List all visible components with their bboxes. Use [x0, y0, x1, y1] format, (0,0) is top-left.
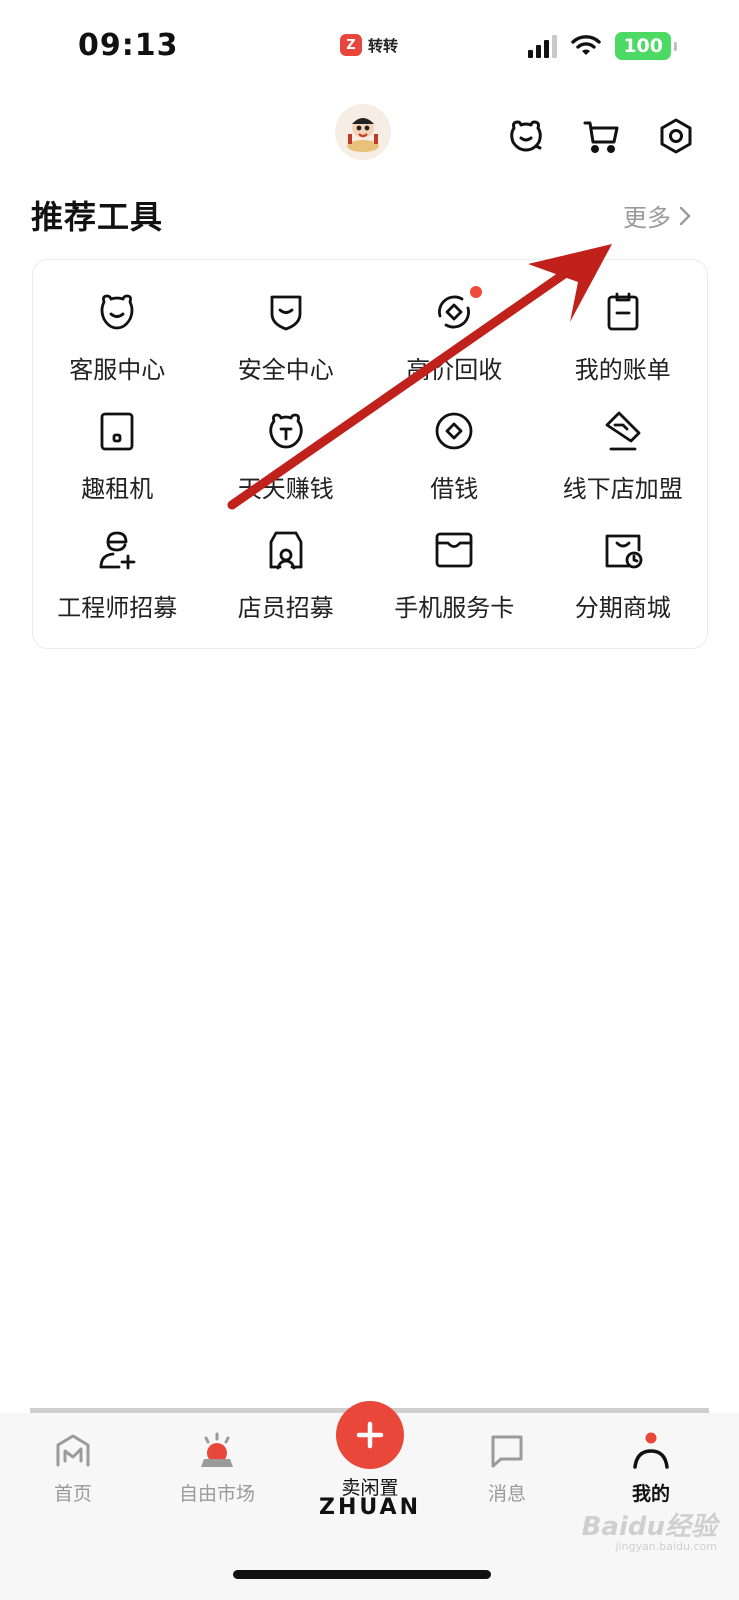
tool-label: 高价回收 — [406, 356, 503, 384]
tool-clerk-recruit[interactable]: 店员招募 — [202, 528, 371, 647]
home-indicator[interactable] — [233, 1570, 491, 1579]
chevron-right-icon — [679, 206, 691, 225]
sell-button[interactable] — [336, 1401, 404, 1469]
nav-label: 首页 — [53, 1483, 92, 1505]
message-icon — [485, 1429, 529, 1473]
money-bag-icon — [264, 409, 308, 453]
service-card-icon — [432, 528, 476, 572]
nav-label: 自由市场 — [178, 1483, 255, 1505]
cartoon-avatar-icon — [335, 104, 391, 160]
clerk-icon — [264, 528, 308, 572]
tool-label: 分期商城 — [574, 594, 671, 622]
tool-label: 工程师招募 — [57, 594, 178, 622]
tool-engineer-recruit[interactable]: 工程师招募 — [33, 528, 202, 647]
tool-my-bills[interactable]: 我的账单 — [539, 290, 708, 409]
more-link[interactable]: 更多 — [623, 198, 691, 233]
tool-daily-earn[interactable]: 天天赚钱 — [202, 409, 371, 528]
recycle-icon — [432, 286, 483, 334]
home-icon — [51, 1429, 95, 1473]
tool-label: 客服中心 — [69, 356, 166, 384]
tool-installment-mall[interactable]: 分期商城 — [539, 528, 708, 647]
more-link-label: 更多 — [623, 204, 671, 232]
app-logo-icon: Z — [340, 34, 362, 56]
handshake-icon — [601, 409, 645, 453]
tool-label: 天天赚钱 — [237, 475, 334, 503]
nav-profile[interactable]: 我的 — [596, 1429, 706, 1506]
installment-icon — [601, 528, 645, 572]
tool-label: 安全中心 — [237, 356, 334, 384]
tool-label: 线下店加盟 — [562, 475, 683, 503]
nav-messages[interactable]: 消息 — [452, 1429, 562, 1506]
tool-security-center[interactable]: 安全中心 — [202, 290, 371, 409]
battery-nub — [674, 41, 677, 51]
plus-icon — [356, 1421, 384, 1449]
tools-card: 客服中心 安全中心 高价回收 我的账单 趣租机 天天赚钱 借钱 线下店加盟 工程… — [32, 259, 708, 649]
status-bar: 09:13 Z 转转 100 — [0, 0, 739, 96]
tool-phone-service-card[interactable]: 手机服务卡 — [370, 528, 539, 647]
tool-label: 我的账单 — [574, 356, 671, 384]
tool-label: 手机服务卡 — [394, 594, 515, 622]
engineer-icon — [95, 528, 139, 572]
tool-customer-service[interactable]: 客服中心 — [33, 290, 202, 409]
bear-face-icon — [95, 290, 139, 334]
tool-recycle[interactable]: 高价回收 — [370, 286, 539, 409]
notification-badge — [470, 286, 483, 298]
status-time: 09:13 — [78, 28, 179, 63]
nav-label: 消息 — [487, 1483, 526, 1505]
avatar[interactable] — [335, 104, 391, 160]
section-title: 推荐工具 — [31, 198, 164, 236]
customer-service-icon[interactable] — [506, 116, 546, 156]
profile-icon — [629, 1429, 673, 1473]
tool-store-franchise[interactable]: 线下店加盟 — [539, 409, 708, 528]
shield-icon — [264, 290, 308, 334]
tool-label: 店员招募 — [237, 594, 334, 622]
clipboard-icon — [601, 290, 645, 334]
cart-icon[interactable] — [581, 116, 621, 156]
settings-icon[interactable] — [656, 116, 696, 156]
tool-phone-rental[interactable]: 趣租机 — [33, 409, 202, 528]
wifi-icon — [571, 35, 602, 55]
market-icon — [195, 1429, 239, 1473]
signal-icon — [528, 34, 558, 58]
tool-label: 趣租机 — [81, 475, 154, 503]
battery-indicator: 100 — [615, 32, 671, 60]
status-app-name: 转转 — [368, 36, 399, 55]
nav-home[interactable]: 首页 — [18, 1429, 128, 1506]
status-app-indicator: Z 转转 — [340, 34, 398, 56]
status-indicators: 100 — [528, 32, 677, 60]
brand-logo: ZHUAN — [319, 1495, 421, 1520]
tool-borrow-money[interactable]: 借钱 — [370, 409, 539, 528]
watermark: Baidu经验 — [581, 1512, 717, 1542]
watermark-url: jingyan.baidu.com — [615, 1540, 717, 1553]
tablet-icon — [95, 409, 139, 453]
nav-market[interactable]: 自由市场 — [162, 1429, 272, 1506]
coin-icon — [432, 409, 476, 453]
nav-label: 我的 — [631, 1483, 670, 1505]
tool-label: 借钱 — [430, 475, 479, 503]
